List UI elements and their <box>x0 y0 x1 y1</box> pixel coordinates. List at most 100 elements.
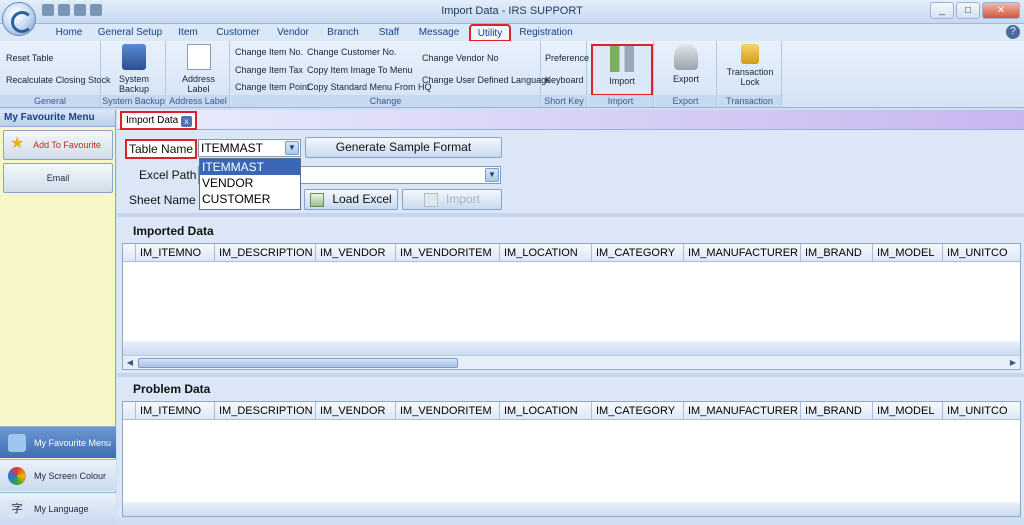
scroll-thumb[interactable] <box>138 358 458 368</box>
tab-item[interactable]: Item <box>170 25 206 41</box>
close-button[interactable]: ✕ <box>982 2 1020 19</box>
change-customer-no-button[interactable]: Change Customer No. <box>307 47 397 57</box>
browse-chevron-icon[interactable]: ▼ <box>485 168 499 182</box>
group-label-system-backup: System Backup <box>102 95 165 107</box>
column-header[interactable]: IM_ITEMNO <box>136 402 215 420</box>
column-header[interactable]: IM_VENDOR <box>316 244 396 262</box>
column-header[interactable]: IM_CATEGORY <box>592 402 684 420</box>
sidebar-item-my-language[interactable]: 字 My Language <box>0 492 116 524</box>
group-system-backup: System Backup System Backup <box>102 41 166 107</box>
column-header[interactable]: IM_UNITCO <box>943 402 1020 420</box>
sidebar-item-my-screen-colour[interactable]: My Screen Colour <box>0 459 116 491</box>
table-name-select[interactable]: ITEMMAST ▼ <box>198 139 301 157</box>
column-header[interactable]: IM_LOCATION <box>500 402 592 420</box>
group-export: Export Export <box>655 41 717 107</box>
app-menu-button[interactable] <box>2 2 36 36</box>
tab-vendor[interactable]: Vendor <box>272 25 314 41</box>
panel-splitter[interactable] <box>117 373 1024 377</box>
option-itemmast[interactable]: ITEMMAST <box>200 159 300 175</box>
column-header[interactable]: IM_MANUFACTURER <box>684 402 801 420</box>
transaction-lock-button[interactable]: Transaction Lock <box>720 44 780 96</box>
change-item-no-button[interactable]: Change Item No. <box>235 47 303 57</box>
change-item-point-button[interactable]: Change Item Point <box>235 82 310 92</box>
group-label-change: Change <box>231 95 540 107</box>
change-user-defined-language-button[interactable]: Change User Defined Language <box>422 75 551 85</box>
excel-path-label: Excel Path <box>139 168 197 182</box>
help-icon[interactable]: ? <box>1006 25 1020 39</box>
recalculate-closing-stock-button[interactable]: Recalculate Closing Stock <box>6 75 111 85</box>
table-name-dropdown: ITEMMAST VENDOR CUSTOMER <box>199 158 301 210</box>
group-address-label: Address Label Address Label <box>167 41 230 107</box>
import-button[interactable]: Import <box>402 189 502 210</box>
favourite-sidebar: My Favourite Menu ★ Add To Favourite Ema… <box>0 110 116 524</box>
option-customer[interactable]: CUSTOMER <box>200 191 300 207</box>
table-name-label: Table Name <box>125 139 198 159</box>
imported-horizontal-scrollbar[interactable]: ◀ ▶ <box>123 355 1020 369</box>
column-header[interactable]: IM_VENDORITEM <box>396 402 500 420</box>
ribbon-tab-bar: Home General Setup Item Customer Vendor … <box>0 24 1024 42</box>
tab-general-setup[interactable]: General Setup <box>96 25 164 41</box>
group-label-short-key: Short Key <box>542 95 586 107</box>
load-excel-button[interactable]: Load Excel <box>304 189 398 210</box>
system-backup-button[interactable]: System Backup <box>106 44 162 96</box>
export-ribbon-button[interactable]: Export <box>658 44 714 96</box>
column-header[interactable]: IM_DESCRIPTION <box>215 244 316 262</box>
column-header[interactable]: IM_DESCRIPTION <box>215 402 316 420</box>
column-header[interactable]: IM_MANUFACTURER <box>684 244 801 262</box>
imported-data-grid[interactable]: IM_ITEMNO IM_DESCRIPTION IM_VENDOR IM_VE… <box>122 243 1021 370</box>
group-label-export: Export <box>655 95 716 107</box>
tab-staff[interactable]: Staff <box>372 25 406 41</box>
option-vendor[interactable]: VENDOR <box>200 175 300 191</box>
reset-table-button[interactable]: Reset Table <box>6 53 53 63</box>
add-to-favourite-button[interactable]: ★ Add To Favourite <box>3 130 113 160</box>
generate-sample-format-button[interactable]: Generate Sample Format <box>305 137 502 158</box>
chevron-down-icon[interactable]: ▼ <box>285 141 299 155</box>
tab-utility[interactable]: Utility <box>469 24 511 42</box>
group-change: Change Item No. Change Item Tax Change I… <box>231 41 551 107</box>
document-tab-bar: Import Data x <box>117 110 1024 130</box>
import-ribbon-button[interactable]: Import <box>591 44 653 96</box>
scroll-left-icon[interactable]: ◀ <box>124 357 136 369</box>
copy-standard-menu-button[interactable]: Copy Standard Menu From HQ <box>307 82 432 92</box>
email-button[interactable]: Email <box>3 163 113 193</box>
problem-grid-header: IM_ITEMNO IM_DESCRIPTION IM_VENDOR IM_VE… <box>123 402 1020 420</box>
column-header[interactable]: IM_MODEL <box>873 402 943 420</box>
copy-item-image-button[interactable]: Copy Item Image To Menu <box>307 65 412 75</box>
column-header[interactable]: IM_VENDORITEM <box>396 244 500 262</box>
column-header[interactable]: IM_BRAND <box>801 402 873 420</box>
keyboard-button[interactable]: Keyboard <box>545 75 584 85</box>
tab-home[interactable]: Home <box>48 25 90 41</box>
tab-message[interactable]: Message <box>414 25 464 41</box>
column-header[interactable]: IM_UNITCO <box>943 244 1020 262</box>
address-label-button[interactable]: Address Label <box>170 44 227 96</box>
tab-registration[interactable]: Registration <box>516 25 576 41</box>
problem-data-grid[interactable]: IM_ITEMNO IM_DESCRIPTION IM_VENDOR IM_VE… <box>122 401 1021 517</box>
sidebar-item-my-favourite-menu[interactable]: My Favourite Menu <box>0 426 116 458</box>
close-tab-icon[interactable]: x <box>181 116 192 127</box>
restore-button[interactable]: □ <box>956 2 980 19</box>
change-item-tax-button[interactable]: Change Item Tax <box>235 65 303 75</box>
excel-icon <box>310 192 325 207</box>
column-header[interactable]: IM_CATEGORY <box>592 244 684 262</box>
scroll-right-icon[interactable]: ▶ <box>1007 357 1019 369</box>
column-header[interactable]: IM_VENDOR <box>316 402 396 420</box>
column-header[interactable]: IM_MODEL <box>873 244 943 262</box>
tab-customer[interactable]: Customer <box>212 25 264 41</box>
ribbon: Reset Table Recalculate Closing Stock Ge… <box>0 41 1024 108</box>
tab-branch[interactable]: Branch <box>322 25 364 41</box>
import-small-icon <box>423 192 438 207</box>
change-vendor-no-button[interactable]: Change Vendor No <box>422 53 499 63</box>
tab-import-data[interactable]: Import Data x <box>120 111 197 130</box>
colour-palette-icon <box>8 467 26 485</box>
minimize-button[interactable]: _ <box>930 2 954 19</box>
group-label-transaction: Transaction <box>718 95 781 107</box>
document-icon <box>186 44 211 70</box>
preference-button[interactable]: Preference <box>545 53 589 63</box>
import-icon <box>610 46 634 72</box>
group-label-import: Import <box>588 95 653 107</box>
column-header[interactable]: IM_LOCATION <box>500 244 592 262</box>
imported-grid-header: IM_ITEMNO IM_DESCRIPTION IM_VENDOR IM_VE… <box>123 244 1020 262</box>
title-bar: Import Data - IRS SUPPORT _ □ ✕ <box>0 0 1024 36</box>
column-header[interactable]: IM_ITEMNO <box>136 244 215 262</box>
column-header[interactable]: IM_BRAND <box>801 244 873 262</box>
